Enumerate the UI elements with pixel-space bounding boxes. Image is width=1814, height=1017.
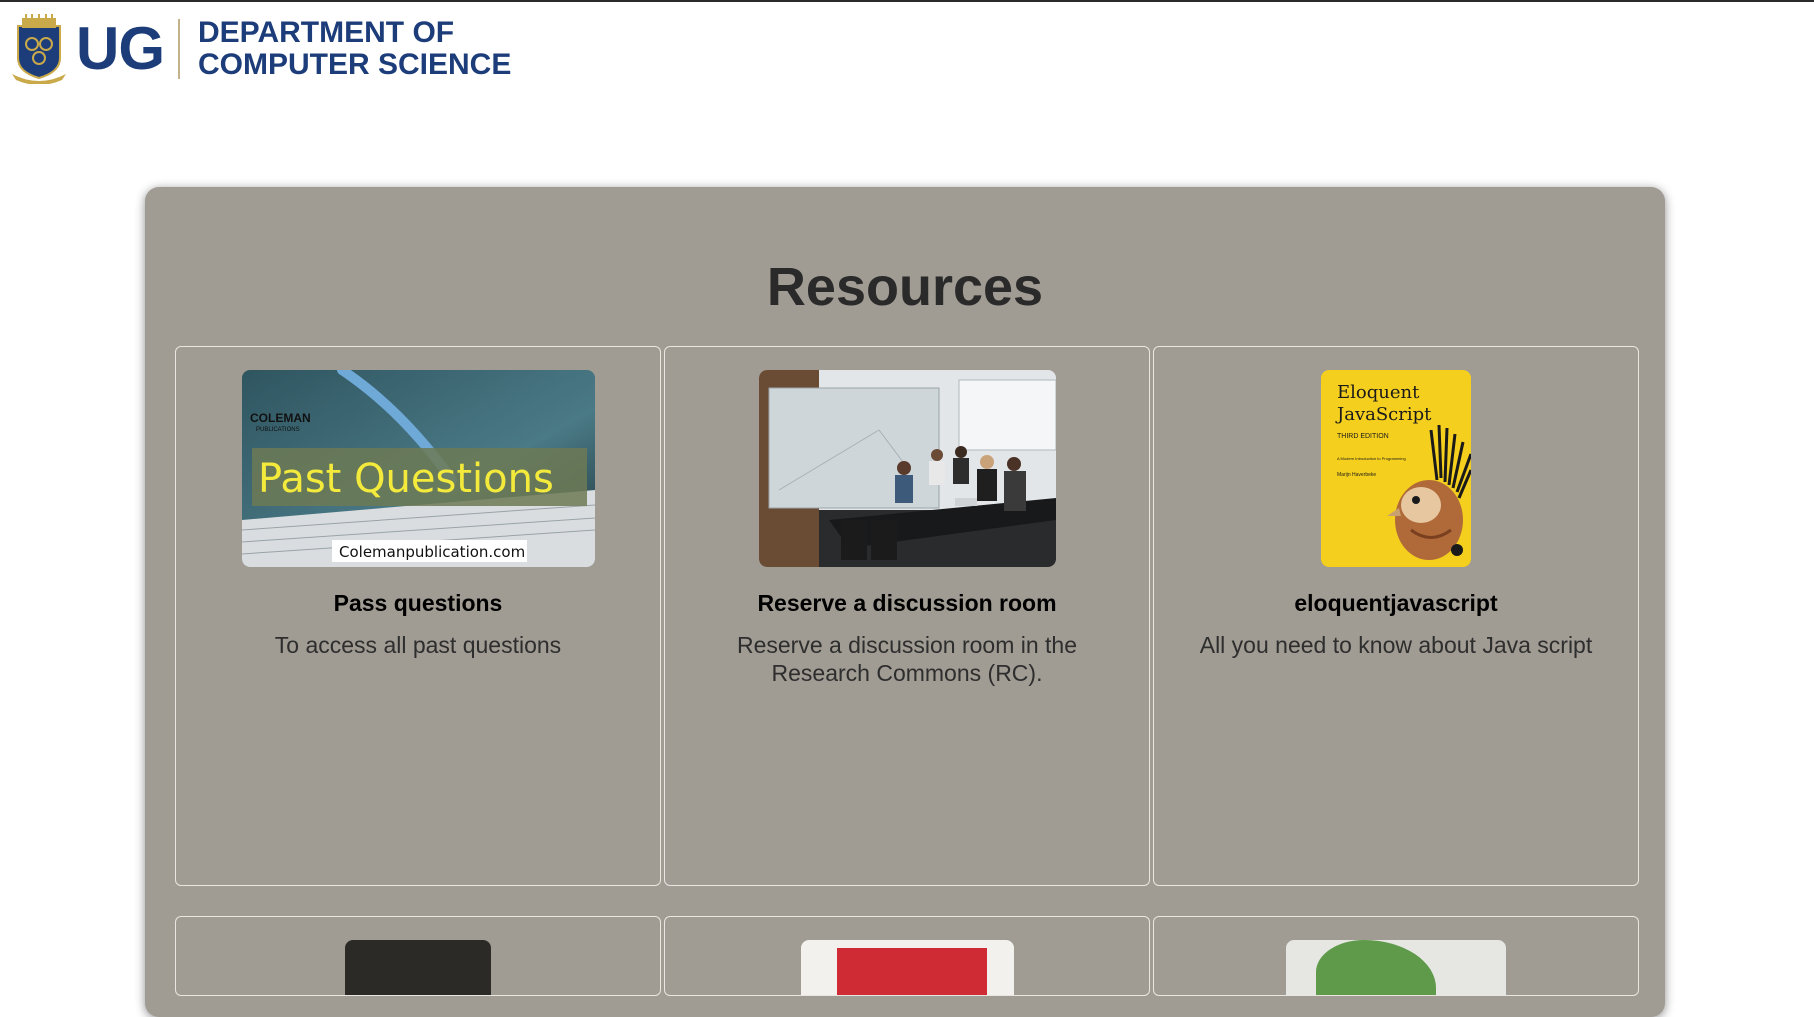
resources-panel: Resources Past Questions COLEMAN PUBLICA… bbox=[145, 187, 1665, 1017]
card-description: All you need to know about Java script bbox=[1199, 632, 1593, 658]
resource-5-image bbox=[800, 940, 1014, 995]
eloquent-javascript-cover: Eloquent JavaScript THIRD EDITION A Mode… bbox=[1321, 370, 1471, 567]
past-questions-image: Past Questions COLEMAN PUBLICATIONS Cole… bbox=[241, 370, 595, 567]
green-shape bbox=[1316, 940, 1436, 995]
department-line-1: DEPARTMENT OF bbox=[198, 16, 455, 49]
ug-crest-icon bbox=[12, 14, 66, 84]
publisher-name: COLEMAN bbox=[250, 411, 311, 425]
site-header: UG DEPARTMENT OF COMPUTER SCIENCE bbox=[0, 2, 1814, 92]
department-line-2: COMPUTER SCIENCE bbox=[198, 48, 512, 81]
resource-card-past-questions[interactable]: Past Questions COLEMAN PUBLICATIONS Cole… bbox=[175, 346, 661, 886]
resource-card-discussion-room[interactable]: Reserve a discussion room Reserve a disc… bbox=[664, 346, 1150, 886]
resource-card-5[interactable] bbox=[664, 916, 1150, 996]
cover-subtitle: A Modern Introduction to Programming bbox=[1337, 456, 1406, 461]
cover-title-1: Eloquent bbox=[1337, 382, 1420, 403]
ug-logo[interactable]: UG DEPARTMENT OF COMPUTER SCIENCE bbox=[12, 14, 511, 84]
publisher-url: Colemanpublication.com bbox=[339, 543, 525, 561]
resource-card-eloquent-javascript[interactable]: Eloquent JavaScript THIRD EDITION A Mode… bbox=[1153, 346, 1639, 886]
card-description: To access all past questions bbox=[274, 632, 562, 658]
cover-author: Marijn Haverbeke bbox=[1337, 472, 1376, 478]
resource-card-6[interactable] bbox=[1153, 916, 1639, 996]
resource-4-image bbox=[345, 940, 491, 995]
card-title[interactable]: Pass questions bbox=[176, 589, 660, 617]
red-book-cover bbox=[836, 948, 987, 995]
cover-edition: THIRD EDITION bbox=[1337, 433, 1389, 440]
resource-card-4[interactable] bbox=[175, 916, 661, 996]
card-title[interactable]: Reserve a discussion room bbox=[665, 589, 1149, 617]
department-name: DEPARTMENT OF COMPUTER SCIENCE bbox=[198, 17, 511, 81]
logo-text: UG bbox=[76, 15, 165, 82]
publisher-sub: PUBLICATIONS bbox=[256, 427, 300, 433]
resources-grid: Past Questions COLEMAN PUBLICATIONS Cole… bbox=[175, 346, 1639, 996]
past-questions-banner: Past Questions bbox=[258, 456, 554, 502]
discussion-room-image bbox=[758, 370, 1056, 567]
card-title[interactable]: eloquentjavascript bbox=[1154, 589, 1638, 617]
resource-6-image bbox=[1286, 940, 1506, 995]
cover-title-2: JavaScript bbox=[1335, 404, 1432, 425]
logo-divider bbox=[178, 19, 180, 79]
card-description: Reserve a discussion room in the Researc… bbox=[736, 632, 1078, 686]
page-title: Resources bbox=[766, 257, 1044, 317]
